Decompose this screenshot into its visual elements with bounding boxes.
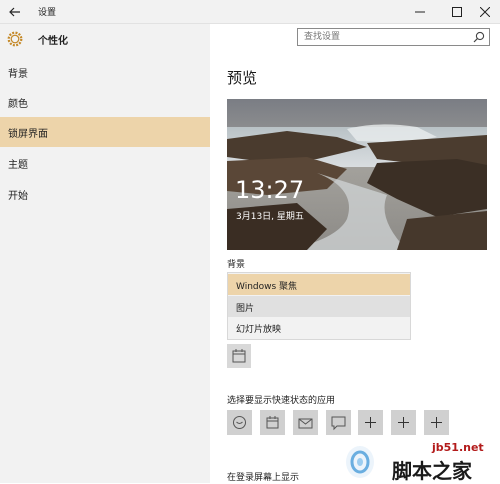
quick-status-app-slot[interactable] xyxy=(358,410,383,435)
back-arrow-icon xyxy=(9,7,20,16)
close-button[interactable] xyxy=(465,0,500,23)
quick-status-app-slot[interactable] xyxy=(326,410,351,435)
sign-in-background-label: 在登录屏幕上显示 xyxy=(227,473,300,483)
dropdown-option-label: 幻灯片放映 xyxy=(236,325,282,335)
gear-icon xyxy=(7,31,23,47)
close-icon xyxy=(480,6,490,17)
heart-icon xyxy=(233,416,246,429)
calendar-icon xyxy=(232,349,246,363)
preview-clock: 13:27 xyxy=(235,176,305,204)
sidebar-item-lock-screen[interactable]: 锁屏界面 xyxy=(0,117,210,147)
minimize-button[interactable] xyxy=(400,0,440,23)
watermark-site: jb51.net xyxy=(432,441,484,454)
maximize-icon xyxy=(452,6,462,17)
back-button[interactable] xyxy=(0,0,30,23)
sidebar-item-label: 锁屏界面 xyxy=(8,129,48,140)
sidebar: 个性化 背景 颜色 锁屏界面 主题 开始 xyxy=(0,24,210,483)
plus-icon xyxy=(431,417,442,428)
background-label: 背景 xyxy=(227,260,246,270)
dropdown-option-label: 图片 xyxy=(236,304,255,314)
sidebar-item-label: 背景 xyxy=(8,69,28,80)
dropdown-option-label: Windows 聚焦 xyxy=(236,282,298,292)
mail-icon xyxy=(298,418,313,429)
message-icon xyxy=(331,416,346,431)
sidebar-item-start[interactable]: 开始 xyxy=(0,179,210,209)
dropdown-option-windows-spotlight[interactable]: Windows 聚焦 xyxy=(228,274,410,295)
preview-date: 3月13日, 星期五 xyxy=(236,212,304,222)
preview-image xyxy=(227,99,487,250)
quick-status-app-slot[interactable] xyxy=(227,410,252,435)
page-title: 预览 xyxy=(227,69,258,87)
search-icon[interactable] xyxy=(473,31,485,43)
sidebar-title: 个性化 xyxy=(38,36,68,47)
lock-screen-preview: 13:27 3月13日, 星期五 xyxy=(227,99,487,250)
window-title: 设置 xyxy=(38,8,57,18)
dropdown-option-picture[interactable]: 图片 xyxy=(228,296,410,317)
quick-status-label: 选择要显示快速状态的应用 xyxy=(227,396,336,406)
title-bar: 设置 xyxy=(0,0,500,24)
minimize-icon xyxy=(415,11,425,12)
quick-status-app-slot[interactable] xyxy=(391,410,416,435)
sidebar-item-label: 主题 xyxy=(8,160,28,171)
search-input[interactable] xyxy=(304,30,464,44)
sidebar-item-label: 开始 xyxy=(8,191,28,202)
background-dropdown[interactable]: Windows 聚焦 图片 幻灯片放映 xyxy=(227,272,411,340)
detailed-status-app-button[interactable] xyxy=(227,344,251,368)
sidebar-header: 个性化 xyxy=(0,24,210,54)
calendar-icon xyxy=(266,416,279,429)
plus-icon xyxy=(365,417,376,428)
quick-status-app-slot[interactable] xyxy=(424,410,449,435)
search-box[interactable] xyxy=(297,28,490,46)
quick-status-app-slot[interactable] xyxy=(260,410,285,435)
sidebar-item-label: 颜色 xyxy=(8,99,28,110)
dropdown-option-slideshow[interactable]: 幻灯片放映 xyxy=(228,317,410,338)
quick-status-app-slot[interactable] xyxy=(293,410,318,435)
watermark-name: 脚本之家 xyxy=(392,459,472,483)
plus-icon xyxy=(398,417,409,428)
sidebar-item-background[interactable]: 背景 xyxy=(0,57,210,87)
sidebar-item-themes[interactable]: 主题 xyxy=(0,148,210,178)
sidebar-item-colors[interactable]: 颜色 xyxy=(0,87,210,117)
